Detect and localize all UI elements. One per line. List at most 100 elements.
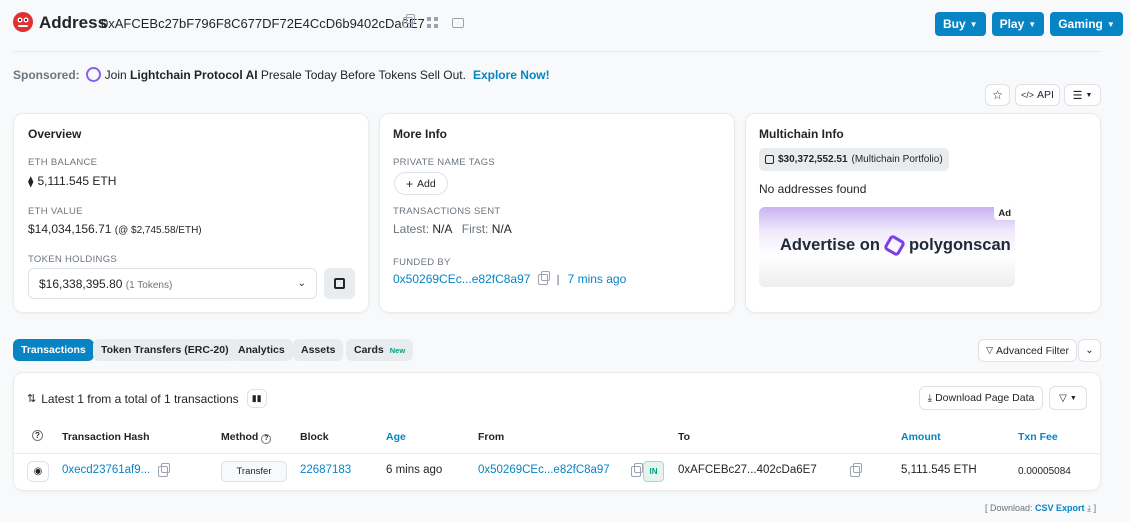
header-txn-fee[interactable]: Txn Fee (1018, 431, 1058, 443)
csv-export-link[interactable]: CSV Export (1035, 503, 1085, 513)
tab-cards[interactable]: Cards New (346, 339, 414, 361)
download-footer: [ Download: CSV Export ⤓ ] (985, 503, 1097, 513)
filter-icon: ▽ (1059, 392, 1067, 404)
sponsored-label: Sponsored: (13, 67, 80, 82)
address-hash: 0xAFCEBc27bF796F8C677DF72E4CcD6b9402cDa6… (101, 16, 425, 31)
direction-badge: IN (643, 461, 664, 482)
multichain-card: Multichain Info $30,372,552.51 (Multichai… (745, 113, 1101, 313)
help-icon[interactable]: ? (32, 430, 43, 441)
chevron-down-icon: ▼ (1069, 394, 1077, 402)
header-divider (13, 51, 1101, 52)
advertisement-banner[interactable]: Ad Advertise on polygonscan (759, 207, 1015, 287)
chart-button[interactable]: ▮▮ (246, 389, 267, 408)
download-icon: ⤓ (927, 392, 933, 404)
header-amount[interactable]: Amount (901, 431, 941, 443)
token-holdings-label: TOKEN HOLDINGS (28, 254, 118, 265)
token-holdings-value: $16,338,395.80 (39, 276, 123, 291)
table-header-divider (14, 453, 1100, 454)
from-address[interactable]: 0x50269CEc...e82fC8a97 (478, 464, 610, 476)
transaction-age: 6 mins ago (386, 464, 443, 476)
ad-text: Advertise on (780, 236, 880, 254)
filter-icon: ▽ (986, 345, 993, 355)
comment-icon[interactable] (452, 17, 464, 28)
txn-fee-value: 0.00005084 (1018, 466, 1071, 477)
page-title: Address (39, 13, 108, 32)
token-portfolio-button[interactable] (324, 268, 355, 299)
copy-icon[interactable] (158, 463, 170, 477)
api-button[interactable]: </> API (1015, 84, 1060, 106)
multichain-portfolio-badge[interactable]: $30,372,552.51 (Multichain Portfolio) (759, 148, 949, 171)
download-page-data-button[interactable]: ⤓ Download Page Data (919, 386, 1043, 410)
chevron-down-icon: ▼ (1106, 19, 1115, 29)
eth-price: (@ $2,745.58/ETH) (114, 225, 202, 236)
chevron-down-icon: ⌄ (1085, 345, 1094, 356)
advanced-filter-dropdown[interactable]: ⌄ (1078, 339, 1101, 362)
chevron-down-icon: ⌄ (297, 278, 306, 289)
eth-value-label: ETH VALUE (28, 206, 83, 217)
new-badge: New (389, 345, 406, 355)
multichain-title: Multichain Info (759, 127, 844, 141)
tab-token-transfers[interactable]: Token Transfers (ERC-20) (93, 339, 237, 361)
overview-title: Overview (28, 127, 82, 141)
polygon-logo-icon (882, 233, 907, 258)
copy-icon[interactable] (849, 463, 862, 477)
header-age[interactable]: Age (386, 431, 406, 443)
qr-code-icon[interactable] (427, 17, 438, 28)
block-number[interactable]: 22687183 (300, 464, 351, 476)
buy-button[interactable]: Buy ▼ (935, 12, 986, 36)
tab-analytics[interactable]: Analytics (230, 339, 293, 361)
transactions-sent-label: TRANSACTIONS SENT (393, 206, 501, 217)
transactions-summary: Latest 1 from a total of 1 transactions (41, 391, 239, 406)
wallet-icon (334, 278, 345, 289)
eth-value: $14,034,156.71 (28, 222, 112, 236)
to-address: 0xAFCEBc27...402cDa6E7 (678, 464, 817, 476)
header-transaction-hash: Transaction Hash (62, 431, 150, 443)
code-icon: </> (1021, 90, 1035, 100)
more-options-button[interactable]: ☰ ▼ (1064, 84, 1101, 106)
filter-dropdown-button[interactable]: ▽ ▼ (1049, 386, 1087, 410)
sort-icon: ⇅ (27, 393, 37, 405)
gaming-button[interactable]: Gaming ▼ (1050, 12, 1123, 36)
amount-value: 5,111.545 ETH (901, 464, 977, 476)
copy-icon[interactable] (403, 14, 415, 28)
more-info-title: More Info (393, 127, 447, 141)
sponsored-banner: Sponsored: Join Lightchain Protocol AI P… (13, 67, 550, 82)
star-icon: ☆ (992, 88, 1003, 102)
advanced-filter-button[interactable]: ▽ Advanced Filter (978, 339, 1077, 362)
ad-badge: Ad (994, 207, 1015, 220)
wallet-icon (765, 155, 774, 164)
header-block: Block (300, 431, 329, 443)
ethereum-icon: ⧫ (28, 175, 34, 188)
download-icon: ⤓ (1087, 503, 1092, 513)
transactions-sent-values: Latest: N/A First: N/A (393, 222, 512, 236)
method-badge: Transfer (221, 461, 287, 482)
transaction-hash[interactable]: 0xecd23761af9... (62, 464, 150, 476)
view-details-button[interactable]: ◉ (27, 461, 49, 482)
tab-assets[interactable]: Assets (293, 339, 344, 361)
eye-icon: ◉ (33, 466, 43, 477)
copy-icon[interactable] (631, 463, 644, 477)
funded-by-age[interactable]: 7 mins ago (568, 272, 627, 286)
funded-by-label: FUNDED BY (393, 257, 451, 268)
play-button[interactable]: Play ▼ (991, 12, 1045, 36)
no-addresses-text: No addresses found (759, 182, 867, 196)
copy-icon[interactable] (538, 270, 551, 285)
header-method: Method ? (221, 431, 272, 444)
chevron-down-icon: ▼ (969, 19, 978, 29)
header-to: To (678, 431, 691, 443)
eth-balance-value: 5,111.545 ETH (37, 174, 117, 188)
address-avatar (13, 12, 33, 32)
tab-transactions[interactable]: Transactions (13, 339, 94, 361)
overview-card: Overview ETH BALANCE ⧫ 5,111.545 ETH ETH… (13, 113, 369, 313)
sponsored-text: Join Lightchain Protocol AI Presale Toda… (104, 67, 466, 82)
token-holdings-dropdown[interactable]: $16,338,395.80 (1 Tokens) ⌄ (28, 268, 317, 299)
plus-icon: + (406, 176, 414, 191)
explore-now-link[interactable]: Explore Now! (473, 68, 550, 82)
favorite-button[interactable]: ☆ (985, 84, 1010, 106)
bar-chart-icon: ▮▮ (251, 393, 262, 403)
token-holdings-count: (1 Tokens) (125, 279, 173, 291)
eth-balance-label: ETH BALANCE (28, 157, 98, 168)
funded-by-address[interactable]: 0x50269CEc...e82fC8a97 (393, 272, 530, 286)
more-info-card: More Info PRIVATE NAME TAGS + Add TRANSAC… (379, 113, 735, 313)
add-tag-button[interactable]: + Add (394, 172, 448, 195)
